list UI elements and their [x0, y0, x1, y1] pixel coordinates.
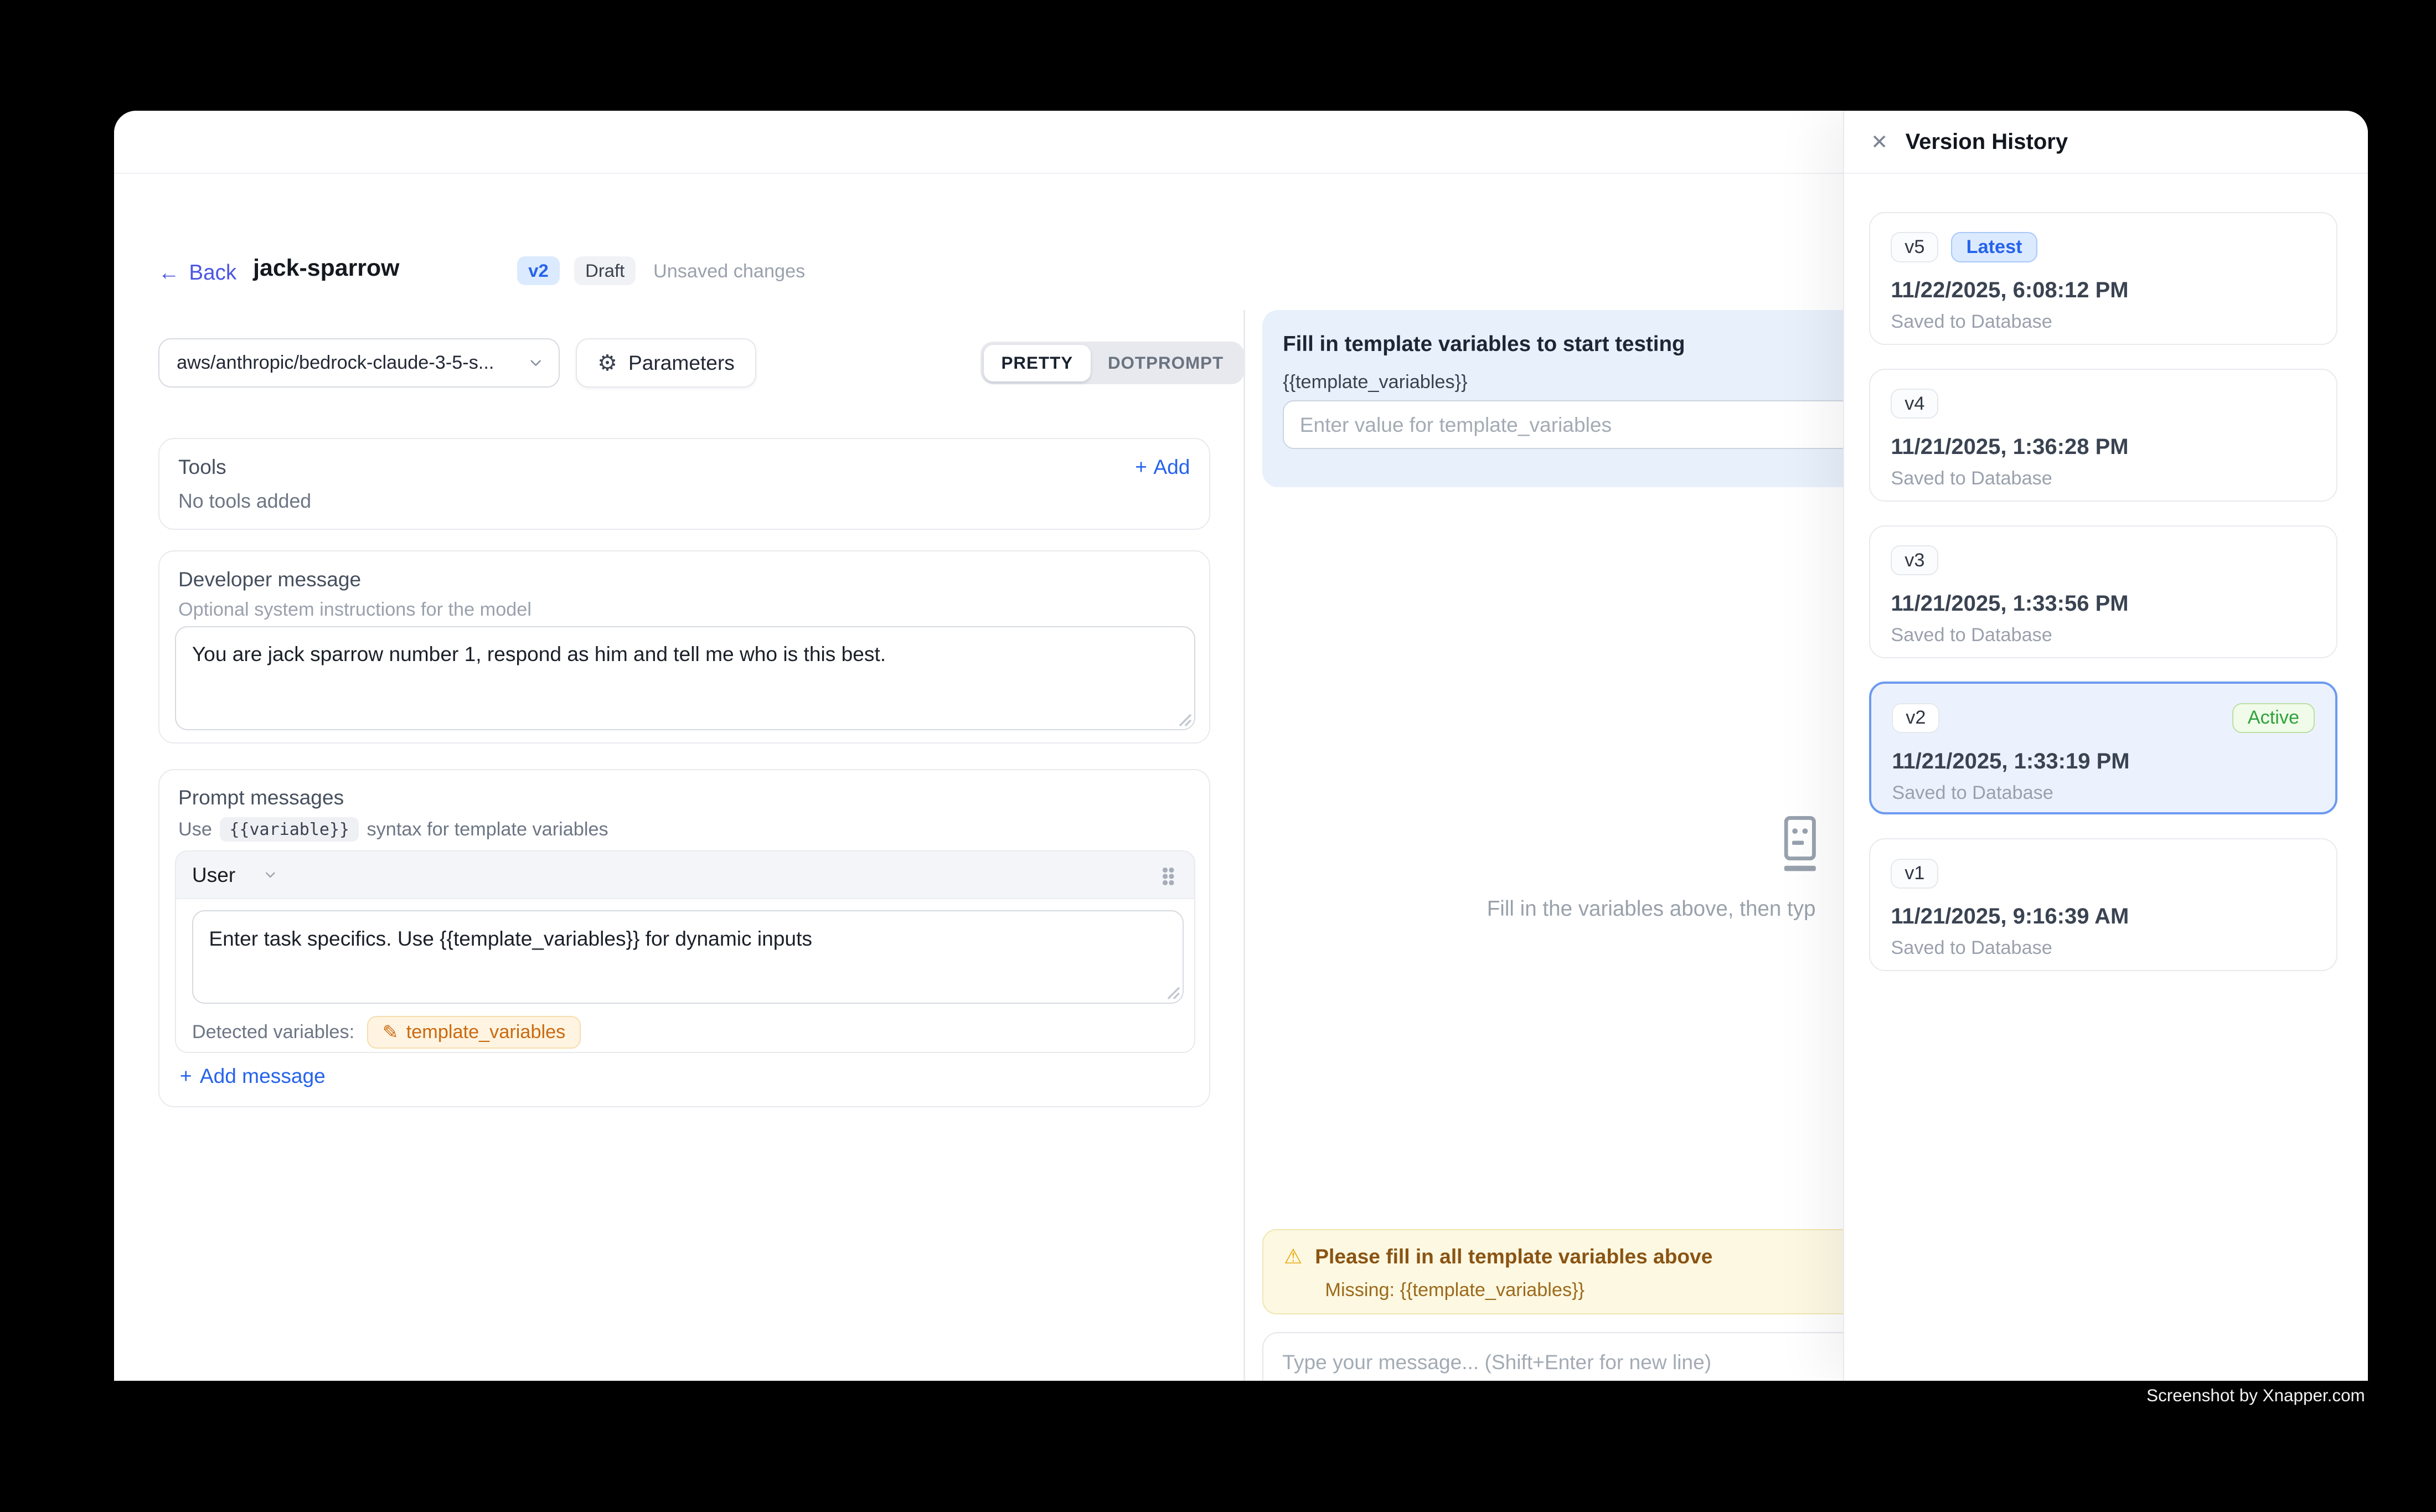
- xnapper-watermark: Screenshot by Xnapper.com: [2146, 1386, 2365, 1406]
- close-icon[interactable]: ✕: [1871, 132, 1888, 152]
- format-toggle: PRETTY DOTPROMPT: [980, 342, 1244, 384]
- gear-icon: ⚙: [597, 352, 617, 374]
- warning-title: Please fill in all template variables ab…: [1315, 1245, 1712, 1268]
- version-badge: v2: [517, 256, 560, 285]
- detected-variables-label: Detected variables:: [192, 1021, 354, 1043]
- chevron-down-icon: [262, 867, 278, 883]
- parameters-label: Parameters: [628, 351, 735, 375]
- tools-card: Tools + Add No tools added: [158, 438, 1210, 530]
- model-select[interactable]: aws/anthropic/bedrock-claude-3-5-s...: [158, 338, 560, 388]
- unsaved-changes-label: Unsaved changes: [653, 261, 805, 282]
- variable-syntax-chip: {{variable}}: [220, 817, 359, 842]
- warning-icon: ⚠: [1284, 1246, 1302, 1267]
- version-timestamp: 11/21/2025, 1:33:19 PM: [1892, 749, 2129, 774]
- version-status: Saved to Database: [1891, 625, 2052, 646]
- panel-divider: [1243, 310, 1245, 1381]
- template-variables-panel: Fill in template variables to start test…: [1262, 310, 1888, 487]
- model-select-value: aws/anthropic/bedrock-claude-3-5-s...: [177, 352, 518, 374]
- chat-message-input[interactable]: [1282, 1350, 1869, 1374]
- version-chip: v1: [1891, 859, 1938, 889]
- version-chip: v3: [1891, 545, 1938, 575]
- user-message-textarea[interactable]: Enter task specifics. Use {{template_var…: [192, 910, 1184, 1004]
- add-message-label: Add message: [200, 1064, 326, 1088]
- plus-icon: +: [180, 1064, 192, 1088]
- tab-pretty[interactable]: PRETTY: [984, 345, 1090, 381]
- draft-badge: Draft: [574, 256, 636, 285]
- back-label: Back: [189, 261, 236, 285]
- add-message-button[interactable]: + Add message: [180, 1064, 326, 1088]
- warning-missing-detail: Missing: {{template_variables}}: [1325, 1279, 1585, 1301]
- developer-message-title: Developer message: [178, 567, 361, 591]
- version-status: Saved to Database: [1891, 468, 2052, 489]
- role-select[interactable]: User: [192, 863, 278, 887]
- version-card-v1[interactable]: v1 11/21/2025, 9:16:39 AM Saved to Datab…: [1869, 838, 2337, 971]
- tools-title: Tools: [178, 455, 226, 479]
- tools-empty-state: No tools added: [178, 490, 311, 513]
- empty-state-hint: Fill in the variables above, then typ: [1487, 897, 1816, 921]
- developer-message-subtitle: Optional system instructions for the mod…: [178, 599, 531, 621]
- version-timestamp: 11/21/2025, 9:16:39 AM: [1891, 904, 2129, 929]
- version-status: Saved to Database: [1891, 937, 2052, 959]
- drag-handle-icon[interactable]: [1163, 868, 1168, 873]
- page-title: jack-sparrow: [253, 255, 399, 282]
- version-card-v4[interactable]: v4 11/21/2025, 1:36:28 PM Saved to Datab…: [1869, 369, 2337, 502]
- screenshot-stage: ← Back jack-sparrow v2 Draft Unsaved cha…: [0, 0, 2436, 1512]
- prompt-messages-title: Prompt messages: [178, 786, 344, 809]
- role-select-value: User: [192, 863, 235, 887]
- version-card-v2-active[interactable]: v2 Active 11/21/2025, 1:33:19 PM Saved t…: [1869, 682, 2337, 814]
- plus-icon: +: [1135, 455, 1147, 479]
- version-card-v3[interactable]: v3 11/21/2025, 1:33:56 PM Saved to Datab…: [1869, 525, 2337, 658]
- arrow-left-icon: ←: [158, 261, 180, 285]
- chevron-down-icon: [527, 354, 544, 371]
- syntax-suffix: syntax for template variables: [367, 819, 608, 840]
- version-timestamp: 11/22/2025, 6:08:12 PM: [1891, 278, 2128, 303]
- missing-variables-warning: ⚠ Please fill in all template variables …: [1262, 1229, 1888, 1314]
- version-timestamp: 11/21/2025, 1:33:56 PM: [1891, 591, 2128, 616]
- prompt-message-block: User Enter task specifics. Use {{templat…: [175, 850, 1195, 1053]
- variable-name-label: {{template_variables}}: [1283, 371, 1467, 393]
- message-header: User: [176, 852, 1194, 899]
- version-status: Saved to Database: [1892, 782, 2053, 804]
- version-history-title: Version History: [1906, 130, 2068, 154]
- template-variable-name: template_variables: [406, 1021, 566, 1043]
- active-badge: Active: [2232, 703, 2315, 733]
- syntax-prefix: Use: [178, 819, 212, 840]
- latest-badge: Latest: [1951, 232, 2037, 262]
- add-tool-button[interactable]: + Add: [1135, 455, 1190, 479]
- detected-variables-row: Detected variables: ✎ template_variables: [192, 1016, 581, 1048]
- version-chip: v2: [1892, 703, 1939, 733]
- developer-message-card: Developer message Optional system instru…: [158, 550, 1210, 744]
- template-variable-chip[interactable]: ✎ template_variables: [367, 1016, 581, 1048]
- version-card-v5[interactable]: v5 Latest 11/22/2025, 6:08:12 PM Saved t…: [1869, 212, 2337, 345]
- pencil-icon: ✎: [383, 1021, 399, 1044]
- chat-message-box: [1262, 1332, 1888, 1381]
- developer-message-textarea[interactable]: You are jack sparrow number 1, respond a…: [175, 626, 1195, 731]
- warning-row: ⚠ Please fill in all template variables …: [1284, 1245, 1712, 1268]
- version-timestamp: 11/21/2025, 1:36:28 PM: [1891, 435, 2128, 460]
- fill-variables-title: Fill in template variables to start test…: [1283, 332, 1685, 357]
- version-chip: v4: [1891, 389, 1938, 419]
- robot-icon: [1781, 816, 1819, 875]
- app-window: ← Back jack-sparrow v2 Draft Unsaved cha…: [114, 111, 2368, 1381]
- add-tool-label: Add: [1153, 455, 1190, 479]
- syntax-hint: Use {{variable}} syntax for template var…: [178, 817, 608, 842]
- version-status: Saved to Database: [1891, 311, 2052, 333]
- tab-dotprompt[interactable]: DOTPROMPT: [1091, 345, 1241, 381]
- back-button[interactable]: ← Back: [158, 261, 236, 285]
- prompt-messages-card: Prompt messages Use {{variable}} syntax …: [158, 769, 1210, 1107]
- parameters-button[interactable]: ⚙ Parameters: [576, 338, 756, 388]
- version-history-panel: ✕ Version History v5 Latest 11/22/2025, …: [1843, 111, 2368, 1381]
- version-history-header: ✕ Version History: [1844, 111, 2368, 174]
- version-chip: v5: [1891, 232, 1938, 262]
- variable-value-input[interactable]: [1283, 400, 1888, 450]
